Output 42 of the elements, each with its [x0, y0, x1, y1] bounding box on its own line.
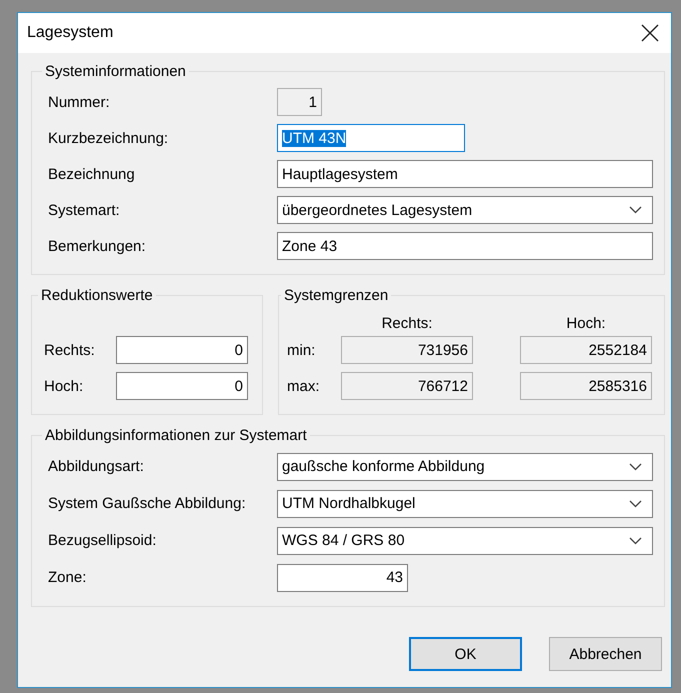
chevron-down-icon: [629, 206, 642, 214]
group-title: Systeminformationen: [44, 63, 187, 80]
field-label: Zone:: [48, 569, 88, 586]
field-label: Rechts:: [44, 342, 96, 358]
field-label: max:: [287, 378, 321, 394]
field-label: System Gaußsche Abbildung:: [48, 495, 247, 512]
column-header: Rechts:: [380, 315, 434, 332]
chevron-down-icon: [629, 500, 642, 508]
input-field[interactable]: UTM 43N: [277, 124, 465, 152]
window-title: Lagesystem: [27, 24, 114, 42]
dropdown[interactable]: UTM Nordhalbkugel: [277, 490, 653, 518]
input-field[interactable]: Zone 43: [277, 232, 653, 260]
input-field: 2552184: [520, 336, 652, 364]
field-label: Bemerkungen:: [48, 238, 147, 254]
dropdown[interactable]: WGS 84 / GRS 80: [277, 526, 653, 554]
input-field: 2585316: [520, 372, 652, 400]
input-field[interactable]: Hauptlagesystem: [277, 160, 653, 188]
field-label: Systemart:: [48, 202, 121, 218]
close-icon[interactable]: [639, 22, 661, 44]
group-title: Reduktionswerte: [40, 287, 154, 304]
group-title: Systemgrenzen: [283, 287, 390, 304]
input-field[interactable]: 0: [116, 336, 248, 364]
cancel-button[interactable]: Abbrechen: [549, 637, 662, 671]
field-label: Bezugsellipsoid:: [48, 532, 158, 549]
chevron-down-icon: [629, 462, 642, 470]
field-label: min:: [287, 342, 316, 358]
field-label: Nummer:: [48, 94, 111, 110]
input-field[interactable]: 43: [277, 564, 408, 592]
field-label: Abbildungsart:: [48, 458, 145, 475]
group-title: Abbildungsinformationen zur Systemart: [44, 427, 308, 444]
field-label: Kurzbezeichnung:: [48, 130, 170, 146]
input-field: 731956: [341, 336, 473, 364]
ok-button[interactable]: OK: [409, 637, 522, 671]
field-label: Bezeichnung: [48, 166, 136, 182]
input-field: 766712: [341, 372, 473, 400]
chevron-down-icon: [629, 536, 642, 544]
dropdown[interactable]: übergeordnetes Lagesystem: [277, 196, 653, 224]
input-field[interactable]: 0: [116, 372, 248, 400]
field-label: Hoch:: [44, 378, 84, 394]
dropdown[interactable]: gaußsche konforme Abbildung: [277, 452, 653, 480]
column-header: Hoch:: [565, 315, 607, 332]
input-field[interactable]: 1: [277, 88, 322, 116]
